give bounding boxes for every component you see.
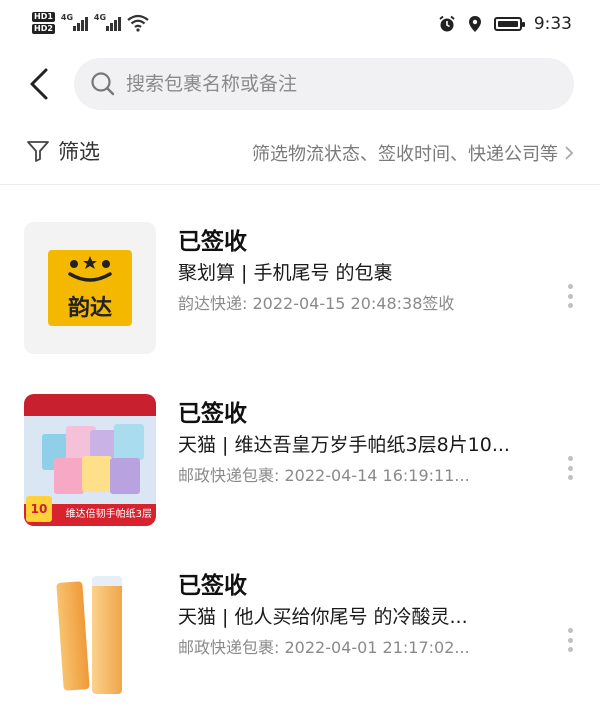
more-options-button[interactable] [566, 456, 574, 480]
package-meta: 邮政快递包裹: 2022-04-14 16:19:11... [178, 466, 470, 485]
package-description: 天猫 | 维达吾皇万岁手帕纸3层8片10... [178, 434, 510, 456]
battery-fill [497, 21, 519, 27]
filter-hint-text: 筛选物流状态、签收时间、快递公司等 [252, 144, 558, 165]
wifi-icon [127, 14, 149, 32]
package-description: 聚划算 | 手机尾号 的包裹 [178, 262, 393, 284]
more-options-button[interactable] [566, 284, 574, 308]
package-status: 已签收 [178, 401, 247, 427]
yunda-logo-text: 韵达 [67, 296, 112, 321]
hd-badges: HD1 HD2 [32, 12, 55, 34]
back-button[interactable] [24, 64, 60, 104]
hd1-badge: HD1 [32, 12, 55, 22]
smile-icon [68, 256, 112, 282]
search-icon [91, 72, 115, 96]
signal-2-icon: 4G [93, 13, 121, 31]
more-options-button[interactable] [566, 628, 574, 652]
alarm-icon [439, 15, 455, 32]
funnel-icon [27, 141, 49, 162]
yunda-logo: 韵达 [48, 250, 132, 326]
package-thumbnail: 韵达 [24, 222, 156, 354]
package-item[interactable]: 维达倍韧手帕纸3层 10 已签收 天猫 | 维达吾皇万岁手帕纸3层8片10...… [0, 394, 600, 534]
package-meta: 邮政快递包裹: 2022-04-01 21:17:02... [178, 638, 470, 657]
package-description: 天猫 | 他人买给你尾号 的冷酸灵... [178, 606, 468, 628]
hd2-badge: HD2 [32, 24, 55, 34]
search-bar[interactable] [74, 58, 574, 110]
filter-options-link[interactable]: 筛选物流状态、签收时间、快递公司等 [252, 140, 574, 166]
package-status: 已签收 [178, 229, 247, 255]
status-right: 9:33 [438, 14, 572, 34]
status-bar: HD1 HD2 4G 4G 9:33 [0, 0, 600, 48]
net1-label: 4G [60, 13, 74, 22]
package-item[interactable]: 已签收 天猫 | 他人买给你尾号 的冷酸灵... 邮政快递包裹: 2022-04… [0, 566, 600, 706]
toothpaste-product-image [24, 566, 156, 698]
battery-icon [493, 17, 525, 31]
package-thumbnail [24, 566, 156, 698]
filter-row: 筛选 筛选物流状态、签收时间、快递公司等 [0, 128, 600, 180]
status-left: HD1 HD2 4G 4G [32, 12, 149, 34]
package-item[interactable]: 韵达 已签收 聚划算 | 手机尾号 的包裹 韵达快递: 2022-04-15 2… [0, 222, 600, 362]
tissue-packs-image [42, 424, 146, 494]
location-icon [468, 16, 481, 32]
net2-label: 4G [93, 13, 107, 22]
filter-label: 筛选 [58, 140, 100, 164]
tissue-brand-strip [24, 394, 156, 416]
clock: 9:33 [533, 14, 572, 34]
divider [0, 184, 600, 185]
signal-1-icon: 4G [60, 13, 88, 31]
toothpaste-tube [92, 576, 122, 694]
package-thumbnail: 维达倍韧手帕纸3层 10 [24, 394, 156, 526]
chevron-left-icon [30, 68, 48, 100]
package-status: 已签收 [178, 573, 247, 599]
package-meta: 韵达快递: 2022-04-15 20:48:38签收 [178, 294, 455, 313]
chevron-right-icon [565, 146, 574, 160]
tissue-count-badge: 10 [26, 496, 52, 522]
search-input[interactable] [124, 72, 548, 96]
filter-button[interactable]: 筛选 [26, 136, 100, 166]
